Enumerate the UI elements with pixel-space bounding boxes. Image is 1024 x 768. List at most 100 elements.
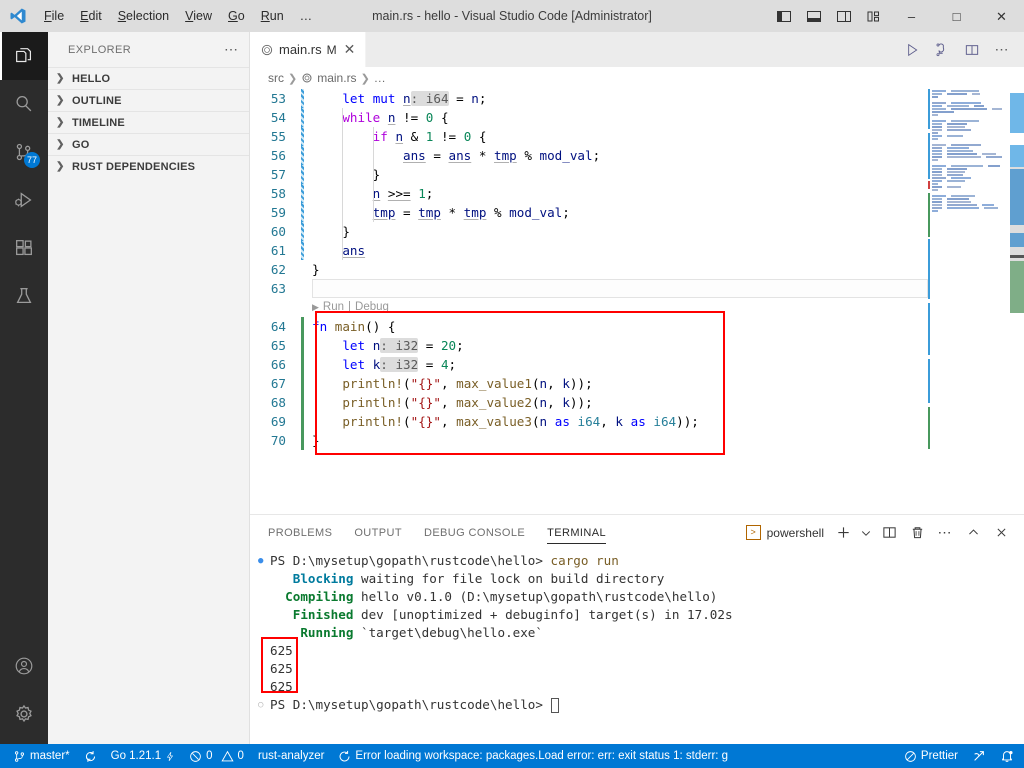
sidebar-item-search[interactable] [0,80,48,128]
code-line[interactable]: 63 [250,279,1024,298]
codelens-run-debug[interactable]: ▶ Run | Debug [250,298,1024,317]
terminal-dropdown-button[interactable] [858,519,874,547]
new-terminal-button[interactable] [830,519,856,547]
code-line[interactable]: 68 println!("{}", max_value2(n, k)); [250,393,1024,412]
code-line[interactable]: 62} [250,260,1024,279]
line-number: 61 [270,243,286,258]
sidebar-section-go[interactable]: ❯ GO [48,133,249,155]
terminal-selector[interactable]: > powershell [742,525,828,540]
tab-terminal[interactable]: TERMINAL [547,515,606,550]
minimap-block [932,170,942,173]
panel-more-actions-button[interactable]: ⋯ [932,519,958,547]
split-editor-button[interactable] [958,32,986,67]
minimap-block [932,122,942,125]
minimap-block [932,128,942,131]
menu-go[interactable]: Go [220,5,253,27]
sidebar-section-label: HELLO [72,72,111,85]
tab-debug-console[interactable]: DEBUG CONSOLE [424,515,525,550]
code-line[interactable]: 60 } [250,222,1024,241]
terminal-output[interactable]: ● PS D:\mysetup\gopath\rustcode\hello> ca… [250,550,1024,744]
menu-more[interactable]: … [292,5,321,27]
breadcrumb-item-more[interactable]: … [374,71,386,85]
close-button[interactable]: ✕ [979,0,1024,32]
codelens-run-link[interactable]: Run [323,298,344,317]
sidebar-item-explorer[interactable] [0,32,48,80]
maximize-icon: □ [952,8,961,24]
minimap[interactable] [928,89,1010,514]
menu-view[interactable]: View [177,5,220,27]
menu-file[interactable]: File [36,5,72,27]
sidebar-section-rust-dependencies[interactable]: ❯ RUST DEPENDENCIES [48,155,249,177]
code-line[interactable]: 70} [250,431,1024,450]
breadcrumb-item-file[interactable]: main.rs [317,71,356,85]
code-line[interactable]: 66 let k: i32 = 4; [250,355,1024,374]
terminal-line: 625 [258,678,1024,696]
code-line[interactable]: 67 println!("{}", max_value1(n, k)); [250,374,1024,393]
maximize-panel-button[interactable] [960,519,986,547]
code-line[interactable]: 57 } [250,165,1024,184]
kill-terminal-button[interactable] [904,519,930,547]
code-editor[interactable]: 53 let mut n: i64 = n; 54 while n != 0 {5… [250,89,1024,514]
status-sync-changes[interactable] [77,744,104,768]
status-prettier[interactable]: Prettier [897,744,965,768]
code-line[interactable]: 61 ans [250,241,1024,260]
toggle-panel-icon[interactable] [799,0,829,32]
sidebar-item-extensions[interactable] [0,224,48,272]
code-line[interactable]: 59 tmp = tmp * tmp % mod_val; [250,203,1024,222]
status-notifications[interactable] [993,744,1024,768]
toggle-secondary-sidebar-icon[interactable] [829,0,859,32]
maximize-button[interactable]: □ [934,0,979,32]
sidebar-item-run-debug[interactable] [0,176,48,224]
close-panel-button[interactable] [988,519,1014,547]
menu-run[interactable]: Run [253,5,292,27]
code-lines-container[interactable]: 53 let mut n: i64 = n; 54 while n != 0 {5… [250,89,1024,450]
code-line[interactable]: 53 let mut n: i64 = n; [250,89,1024,108]
toggle-primary-sidebar-icon[interactable] [769,0,799,32]
breadcrumb-item-src[interactable]: src [268,71,284,85]
gear-icon [16,704,32,723]
status-bar: master* Go 1.21.1 0 0 rust-analyzer Erro… [0,744,1024,768]
run-code-button[interactable] [898,32,926,67]
codelens-debug-link[interactable]: Debug [355,298,389,317]
code-line[interactable]: 55 if n & 1 != 0 { [250,127,1024,146]
menu-selection[interactable]: Selection [110,5,177,27]
minimap-block [932,131,938,134]
sidebar-section-outline[interactable]: ❯ OUTLINE [48,89,249,111]
tab-close-icon[interactable]: ✕ [344,41,356,58]
sidebar-section-timeline[interactable]: ❯ TIMELINE [48,111,249,133]
sidebar-item-testing[interactable] [0,272,48,320]
minimap-block [932,200,942,203]
customize-layout-icon[interactable] [859,0,889,32]
code-line[interactable]: 56 ans = ans * tmp % mod_val; [250,146,1024,165]
tab-problems[interactable]: PROBLEMS [268,515,332,550]
accounts-button[interactable] [0,642,48,690]
status-problems[interactable]: 0 0 [182,744,251,768]
status-remote-host[interactable] [965,744,993,768]
sidebar-item-source-control[interactable]: 77 [0,128,48,176]
status-go-version[interactable]: Go 1.21.1 [104,744,183,768]
tab-output[interactable]: OUTPUT [354,515,402,550]
editor-more-actions-button[interactable]: ⋯ [988,32,1016,67]
breadcrumb[interactable]: src ❯ main.rs ❯ … [250,67,1024,89]
manage-settings-button[interactable] [0,690,48,738]
minimize-button[interactable]: – [889,0,934,32]
menu-bar[interactable]: File Edit Selection View Go Run … [36,0,320,32]
split-terminal-button[interactable] [876,519,902,547]
code-line[interactable]: 65 let n: i32 = 20; [250,336,1024,355]
terminal-text: Running [300,625,354,640]
status-git-branch[interactable]: master* [6,744,77,768]
code-line[interactable]: 69 println!("{}", max_value3(n as i64, k… [250,412,1024,431]
code-line[interactable]: 54 while n != 0 { [250,108,1024,127]
sidebar-section-label: TIMELINE [72,116,125,129]
code-line[interactable]: 58 n >>= 1; [250,184,1024,203]
tab-main-rs[interactable]: main.rs M ✕ [250,32,367,67]
status-workspace-error[interactable]: Error loading workspace: packages.Load e… [331,744,735,768]
editor-vertical-scrollbar[interactable] [1010,89,1024,514]
sidebar-more-actions-icon[interactable]: ⋯ [224,41,239,58]
sidebar-section-hello[interactable]: ❯ HELLO [48,67,249,89]
run-and-debug-button[interactable] [928,32,956,67]
menu-edit[interactable]: Edit [72,5,110,27]
code-line[interactable]: 64 fn main() { [250,317,1024,336]
status-rust-analyzer[interactable]: rust-analyzer [251,744,331,768]
terminal-line: ○ PS D:\mysetup\gopath\rustcode\hello> [258,696,1024,714]
